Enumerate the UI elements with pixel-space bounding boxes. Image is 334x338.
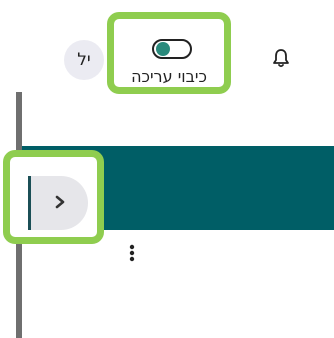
kebab-menu-icon[interactable] — [127, 244, 137, 262]
chevron-right-icon — [54, 194, 66, 213]
top-navbar: יל כיבוי עריכה — [0, 0, 334, 94]
course-index-toggle-highlight — [3, 150, 104, 244]
edit-mode-toggle[interactable]: כיבוי עריכה — [107, 12, 231, 94]
edit-mode-label: כיבוי עריכה — [131, 67, 207, 86]
user-avatar[interactable]: יל — [64, 40, 104, 80]
edit-mode-switch[interactable] — [152, 39, 192, 59]
switch-knob — [156, 42, 170, 56]
bell-icon[interactable] — [270, 46, 292, 70]
open-course-index-button[interactable] — [28, 176, 88, 230]
